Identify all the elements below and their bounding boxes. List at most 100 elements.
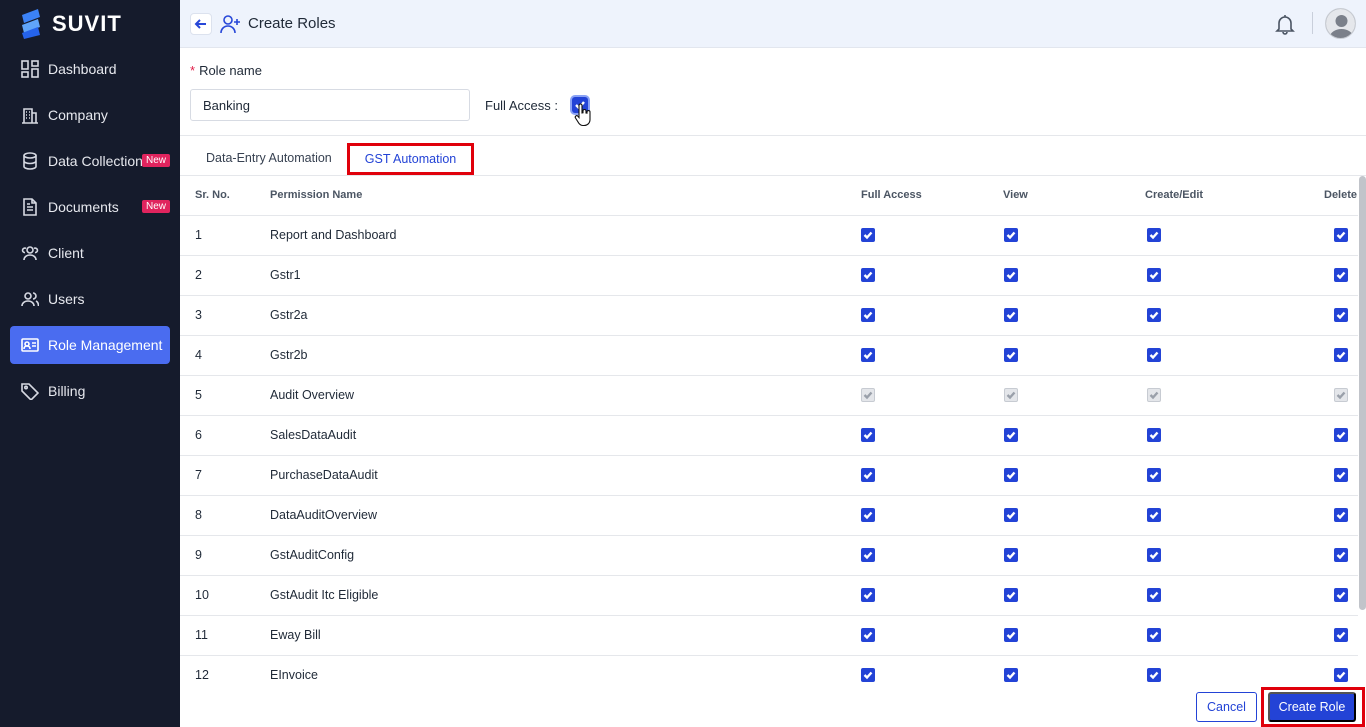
arrow-left-icon: [194, 18, 206, 29]
full-access-checkbox[interactable]: [861, 308, 875, 323]
view-checkbox[interactable]: [1004, 508, 1018, 523]
check-icon: [1006, 392, 1016, 400]
sidebar-item-role-management[interactable]: Role Management: [10, 326, 170, 364]
cancel-button[interactable]: Cancel: [1196, 692, 1257, 722]
table-row: 11 Eway Bill: [180, 615, 1358, 656]
create-edit-checkbox[interactable]: [1147, 348, 1161, 363]
view-checkbox[interactable]: [1004, 468, 1018, 483]
column-header-permission-name: Permission Name: [270, 176, 860, 216]
view-checkbox-cell: [1002, 615, 1144, 656]
database-icon: [20, 151, 40, 171]
sidebar-item-label: Documents: [48, 199, 119, 215]
full-access-checkbox[interactable]: [861, 348, 875, 363]
view-checkbox[interactable]: [1004, 628, 1018, 643]
check-icon: [1149, 512, 1159, 520]
create-edit-checkbox[interactable]: [1147, 508, 1161, 523]
check-icon: [863, 632, 873, 640]
view-checkbox-cell: [1002, 415, 1144, 456]
view-checkbox[interactable]: [1004, 668, 1018, 683]
sidebar-item-billing[interactable]: Billing: [10, 372, 170, 410]
create-edit-checkbox[interactable]: [1147, 548, 1161, 563]
check-icon: [1336, 272, 1346, 280]
full-access-checkbox[interactable]: [861, 668, 875, 683]
view-checkbox[interactable]: [1004, 228, 1018, 243]
back-button[interactable]: [190, 12, 212, 35]
sidebar-item-client[interactable]: Client: [10, 234, 170, 272]
automation-tabs: Data-Entry Automation GST Automation: [195, 143, 475, 175]
check-icon: [863, 512, 873, 520]
delete-checkbox[interactable]: [1334, 228, 1348, 243]
delete-checkbox[interactable]: [1334, 348, 1348, 363]
table-row: 1 Report and Dashboard: [180, 215, 1358, 256]
sidebar-item-label: Role Management: [48, 337, 163, 353]
sidebar-item-label: Users: [48, 291, 85, 307]
sidebar-item-documents[interactable]: Documents New: [10, 188, 170, 226]
delete-checkbox[interactable]: [1334, 548, 1348, 563]
create-edit-checkbox[interactable]: [1147, 308, 1161, 323]
check-icon: [1006, 672, 1016, 680]
view-checkbox[interactable]: [1004, 428, 1018, 443]
check-icon: [863, 272, 873, 280]
notification-bell-icon[interactable]: [1274, 13, 1296, 35]
check-icon: [1149, 392, 1159, 400]
table-row: 8 DataAuditOverview: [180, 495, 1358, 536]
full-access-checkbox[interactable]: [861, 508, 875, 523]
create-edit-checkbox-cell: [1144, 535, 1286, 576]
row-permission-name: Gstr1: [270, 255, 860, 296]
create-edit-checkbox[interactable]: [1147, 428, 1161, 443]
view-checkbox[interactable]: [1004, 348, 1018, 363]
check-icon: [1149, 432, 1159, 440]
delete-checkbox[interactable]: [1334, 428, 1348, 443]
create-role-button[interactable]: Create Role: [1268, 692, 1356, 722]
tab-gst-automation[interactable]: GST Automation: [346, 143, 475, 175]
full-access-checkbox[interactable]: [861, 628, 875, 643]
full-access-checkbox[interactable]: [861, 468, 875, 483]
create-edit-checkbox[interactable]: [1147, 668, 1161, 683]
delete-checkbox[interactable]: [1334, 668, 1348, 683]
table-scrollbar[interactable]: [1359, 176, 1366, 610]
tab-data-entry-automation[interactable]: Data-Entry Automation: [195, 143, 343, 173]
create-edit-checkbox[interactable]: [1147, 268, 1161, 283]
sidebar-item-users[interactable]: Users: [10, 280, 170, 318]
delete-checkbox[interactable]: [1334, 588, 1348, 603]
view-checkbox[interactable]: [1004, 268, 1018, 283]
column-header-delete: Delete: [1286, 176, 1358, 216]
page-header: Create Roles: [180, 0, 1366, 48]
view-checkbox[interactable]: [1004, 588, 1018, 603]
full-access-checkbox[interactable]: [861, 228, 875, 243]
avatar[interactable]: [1325, 8, 1356, 39]
check-icon: [1006, 552, 1016, 560]
view-checkbox-cell: [1002, 335, 1144, 376]
view-checkbox[interactable]: [1004, 308, 1018, 323]
check-icon: [1006, 352, 1016, 360]
view-checkbox-cell: [1002, 655, 1144, 686]
sidebar-item-company[interactable]: Company: [10, 96, 170, 134]
sidebar-item-data-collection[interactable]: Data Collection New: [10, 142, 170, 180]
create-edit-checkbox[interactable]: [1147, 228, 1161, 243]
full-access-checkbox[interactable]: [861, 428, 875, 443]
full-access-checkbox[interactable]: [861, 588, 875, 603]
delete-checkbox[interactable]: [1334, 628, 1348, 643]
table-row: 6 SalesDataAudit: [180, 415, 1358, 456]
role-name-input[interactable]: [190, 89, 470, 121]
full-access-checkbox[interactable]: [861, 268, 875, 283]
check-icon: [1336, 632, 1346, 640]
brand[interactable]: SUVIT: [18, 8, 122, 40]
check-icon: [1006, 472, 1016, 480]
row-sr-no: 7: [180, 455, 270, 496]
sidebar-item-dashboard[interactable]: Dashboard: [10, 50, 170, 88]
create-edit-checkbox[interactable]: [1147, 628, 1161, 643]
delete-checkbox[interactable]: [1334, 268, 1348, 283]
row-sr-no: 2: [180, 255, 270, 296]
delete-checkbox[interactable]: [1334, 508, 1348, 523]
delete-checkbox[interactable]: [1334, 468, 1348, 483]
create-edit-checkbox-cell: [1144, 415, 1286, 456]
full-access-checkbox-cell: [860, 295, 1002, 336]
delete-checkbox[interactable]: [1334, 308, 1348, 323]
full-access-checkbox[interactable]: [861, 548, 875, 563]
create-edit-checkbox[interactable]: [1147, 588, 1161, 603]
row-sr-no: 4: [180, 335, 270, 376]
create-edit-checkbox[interactable]: [1147, 468, 1161, 483]
column-header-create-edit: Create/Edit: [1144, 176, 1286, 216]
view-checkbox[interactable]: [1004, 548, 1018, 563]
